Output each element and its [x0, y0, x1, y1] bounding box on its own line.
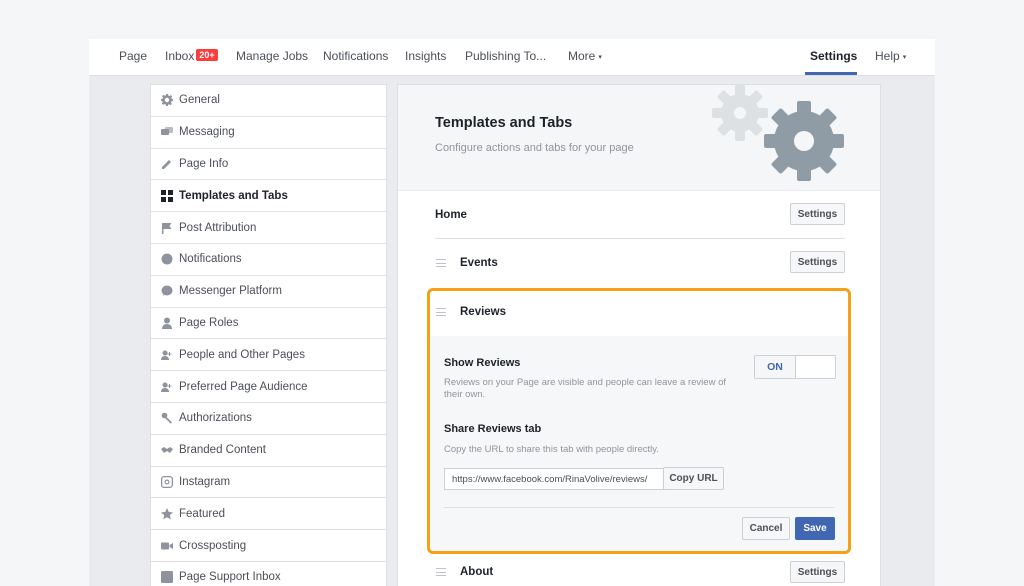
star-icon: [160, 507, 173, 520]
save-button[interactable]: Save: [795, 517, 835, 540]
drag-handle-icon[interactable]: [436, 568, 446, 576]
sidebar-item-general[interactable]: General: [151, 85, 386, 117]
sidebar-item-branded-content[interactable]: Branded Content: [151, 435, 386, 467]
reviews-header: Reviews: [428, 290, 848, 336]
inbox-badge: 20+: [196, 49, 218, 61]
nav-inbox[interactable]: Inbox 20+: [165, 49, 218, 63]
tab-row-home-label: Home: [435, 209, 467, 221]
sidebar-item-label: General: [179, 94, 220, 107]
person-icon: [160, 316, 173, 329]
nav-inbox-label: Inbox: [165, 49, 195, 63]
templates-panel: Templates and Tabs Configure actions and…: [397, 84, 881, 586]
drag-handle-icon[interactable]: [436, 259, 446, 267]
messenger-icon: [160, 285, 173, 298]
instagram-icon: [160, 475, 173, 488]
sidebar-item-label: Preferred Page Audience: [179, 380, 308, 393]
sidebar-item-page-support-inbox[interactable]: Page Support Inbox: [151, 562, 386, 586]
sidebar-item-label: Page Info: [179, 157, 229, 170]
sidebar-item-notifications[interactable]: Notifications: [151, 244, 386, 276]
settings-sidebar: General Messaging Page Info Templates an…: [150, 84, 387, 586]
globe-icon: [160, 253, 173, 266]
page-subtitle: Configure actions and tabs for your page: [435, 142, 634, 154]
sidebar-item-preferred-page-audience[interactable]: Preferred Page Audience: [151, 371, 386, 403]
nav-more[interactable]: More ▾: [568, 49, 602, 63]
video-icon: [160, 539, 173, 552]
nav-settings[interactable]: Settings: [810, 49, 857, 63]
show-reviews-label: Show Reviews: [444, 357, 521, 369]
drag-handle-icon[interactable]: [436, 308, 446, 316]
flag-icon: [160, 221, 173, 234]
sidebar-item-label: Instagram: [179, 475, 231, 488]
gears-illustration: [712, 85, 844, 181]
sidebar-item-people-and-other-pages[interactable]: People and Other Pages: [151, 339, 386, 372]
page-title: Templates and Tabs: [435, 115, 573, 131]
sidebar-item-post-attribution[interactable]: Post Attribution: [151, 212, 386, 244]
sidebar-item-templates-and-tabs[interactable]: Templates and Tabs: [151, 180, 386, 213]
sidebar-item-label: Templates and Tabs: [179, 189, 288, 202]
sidebar-item-label: Notifications: [179, 253, 242, 266]
sidebar-item-label: Page Support Inbox: [179, 571, 281, 584]
about-settings-button[interactable]: Settings: [790, 561, 845, 583]
nav-help[interactable]: Help ▾: [875, 49, 906, 63]
sidebar-item-page-roles[interactable]: Page Roles: [151, 308, 386, 340]
toggle-on-state: ON: [755, 356, 796, 378]
pencil-icon: [160, 157, 173, 170]
handshake-icon: [160, 444, 173, 457]
messages-icon: [160, 126, 173, 139]
sidebar-item-featured[interactable]: Featured: [151, 498, 386, 531]
nav-publishing-tools[interactable]: Publishing To...: [465, 49, 546, 63]
show-reviews-help: Reviews on your Page are visible and peo…: [444, 377, 726, 400]
facebook-icon: [160, 571, 173, 584]
home-settings-button[interactable]: Settings: [790, 203, 845, 225]
cancel-button[interactable]: Cancel: [742, 517, 790, 540]
sidebar-item-authorizations[interactable]: Authorizations: [151, 403, 386, 435]
chevron-down-icon: ▾: [598, 54, 602, 61]
tab-row-reviews-label: Reviews: [460, 306, 507, 318]
sidebar-item-page-info[interactable]: Page Info: [151, 149, 386, 181]
tab-row-events-label: Events: [460, 257, 498, 269]
nav-more-label: More: [568, 49, 596, 63]
tab-row-about-label: About: [460, 566, 494, 578]
nav-manage-jobs[interactable]: Manage Jobs: [236, 49, 308, 63]
top-nav: Page Inbox 20+ Manage Jobs Notifications …: [89, 39, 935, 76]
share-reviews-label: Share Reviews tab: [444, 423, 542, 435]
sidebar-item-label: Messaging: [179, 126, 235, 139]
events-settings-button[interactable]: Settings: [790, 251, 845, 273]
sidebar-item-label: Messenger Platform: [179, 285, 282, 298]
sidebar-item-label: Crossposting: [179, 539, 247, 552]
active-tab-indicator: [805, 72, 857, 75]
sidebar-item-instagram[interactable]: Instagram: [151, 467, 386, 499]
panel-header: Templates and Tabs Configure actions and…: [398, 85, 880, 191]
nav-page[interactable]: Page: [119, 49, 147, 63]
sidebar-item-label: Authorizations: [179, 412, 252, 425]
show-reviews-toggle[interactable]: ON: [754, 355, 836, 379]
divider: [444, 507, 834, 508]
reviews-settings-panel: Reviews Show Reviews Reviews on your Pag…: [428, 290, 848, 552]
wrench-icon: [160, 412, 173, 425]
nav-insights[interactable]: Insights: [405, 49, 446, 63]
nav-help-label: Help: [875, 49, 900, 63]
gear-icon: [160, 94, 173, 107]
sidebar-item-label: Post Attribution: [179, 221, 257, 234]
grid-icon: [160, 189, 173, 202]
nav-notifications[interactable]: Notifications: [323, 49, 388, 63]
people-icon: [160, 380, 173, 393]
sidebar-item-label: Featured: [179, 507, 226, 520]
people-icon: [160, 348, 173, 361]
sidebar-item-label: Branded Content: [179, 444, 266, 457]
share-reviews-help: Copy the URL to share this tab with peop…: [444, 444, 659, 455]
sidebar-item-messenger-platform[interactable]: Messenger Platform: [151, 276, 386, 308]
divider: [435, 238, 845, 239]
sidebar-item-messaging[interactable]: Messaging: [151, 117, 386, 149]
sidebar-item-label: People and Other Pages: [179, 348, 305, 361]
copy-url-button[interactable]: Copy URL: [663, 467, 724, 490]
page-frame: Page Inbox 20+ Manage Jobs Notifications …: [89, 39, 935, 586]
reviews-url-field[interactable]: [444, 468, 664, 490]
sidebar-item-crossposting[interactable]: Crossposting: [151, 530, 386, 562]
chevron-down-icon: ▾: [902, 54, 907, 61]
sidebar-item-label: Page Roles: [179, 316, 239, 329]
